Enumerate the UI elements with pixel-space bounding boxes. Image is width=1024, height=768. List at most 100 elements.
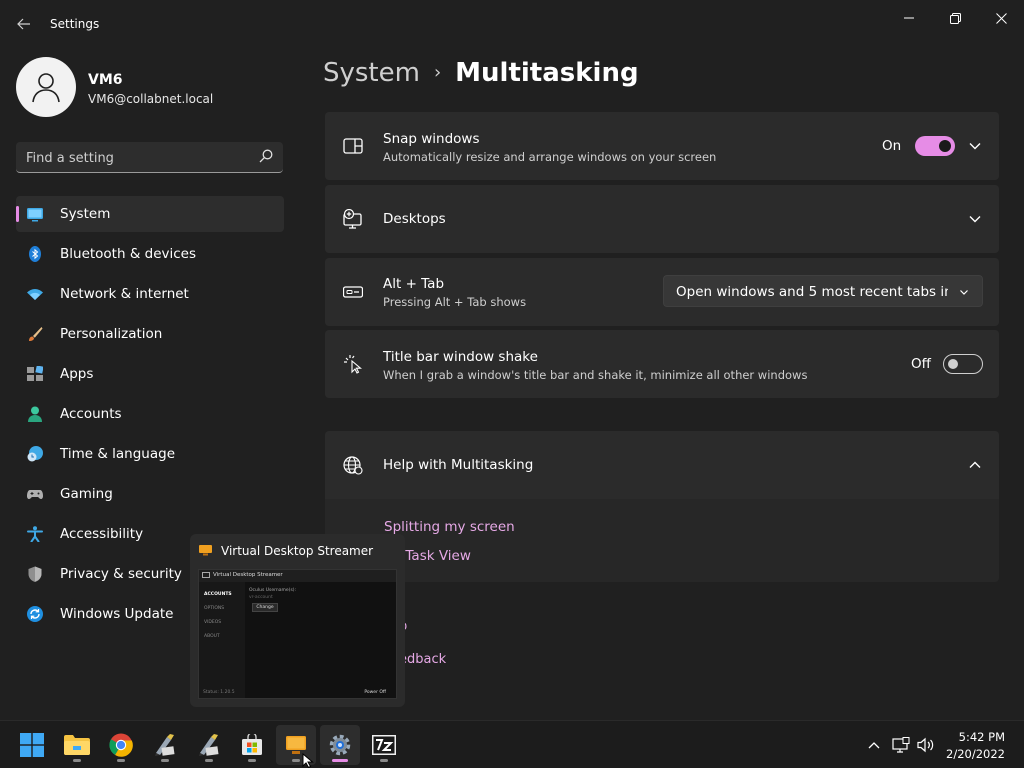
taskbar-app-2[interactable]	[189, 725, 229, 765]
title-bar: Settings	[0, 0, 1024, 48]
running-indicator	[292, 759, 300, 762]
chevron-down-icon	[960, 290, 968, 295]
thumbnail-nav-videos: VIDEOS	[204, 620, 222, 625]
sidebar-item-apps[interactable]: Apps	[16, 356, 284, 392]
system-icon	[27, 208, 43, 222]
help-multitasking-header[interactable]: Help with Multitasking	[325, 431, 999, 499]
search-box[interactable]	[16, 142, 283, 173]
update-icon	[27, 606, 43, 622]
thumbnail-power: Power Off	[364, 690, 386, 695]
minimize-button[interactable]	[886, 4, 932, 32]
page-title: Multitasking	[455, 58, 639, 88]
alt-tab-card: Alt + Tab Pressing Alt + Tab shows Open …	[325, 258, 999, 326]
wifi-icon	[27, 289, 43, 300]
app-icon-2	[199, 734, 219, 756]
snap-windows-subtitle: Automatically resize and arrange windows…	[383, 150, 717, 164]
brush-icon	[29, 327, 43, 341]
sidebar-item-accounts[interactable]: Accounts	[16, 396, 284, 432]
volume-icon	[917, 737, 934, 753]
start-icon	[20, 733, 44, 757]
maximize-button[interactable]	[932, 4, 978, 32]
snap-windows-card[interactable]: Snap windows Automatically resize and ar…	[325, 112, 999, 180]
sidebar-item-personalization[interactable]: Personalization	[16, 316, 284, 352]
thumbnail-nav-about: ABOUT	[204, 634, 220, 639]
bluetooth-icon	[29, 246, 41, 262]
thumbnail-change-button: Change	[252, 603, 278, 612]
title-bar-shake-state: Off	[911, 356, 931, 372]
close-button[interactable]	[978, 4, 1024, 32]
running-indicator	[205, 759, 213, 762]
apps-icon	[27, 366, 43, 381]
taskbar-app-1[interactable]	[145, 725, 185, 765]
taskbar-store[interactable]	[232, 725, 272, 765]
running-indicator	[161, 759, 169, 762]
file-explorer-icon	[64, 735, 90, 755]
sidebar-item-label: Windows Update	[60, 606, 174, 622]
avatar[interactable]	[16, 57, 76, 117]
active-indicator	[332, 759, 348, 762]
chevron-down-icon[interactable]	[967, 138, 983, 154]
chevron-up-icon	[868, 742, 880, 749]
alt-tab-title: Alt + Tab	[383, 276, 445, 292]
user-icon	[32, 73, 60, 103]
sidebar-item-gaming[interactable]: Gaming	[16, 476, 284, 512]
taskbar-file-explorer[interactable]	[57, 725, 97, 765]
thumbnail-window-title: Virtual Desktop Streamer	[213, 572, 283, 578]
title-bar-shake-toggle[interactable]	[943, 354, 983, 374]
snap-windows-toggle[interactable]	[915, 136, 955, 156]
user-email: VM6@collabnet.local	[88, 92, 214, 106]
close-icon	[995, 12, 1007, 24]
breadcrumb-separator: ›	[433, 62, 442, 83]
user-name: VM6	[88, 72, 123, 88]
sidebar-item-label: Time & language	[60, 446, 176, 462]
taskbar-settings[interactable]	[320, 725, 360, 765]
chrome-icon	[109, 733, 133, 757]
search-icon[interactable]	[259, 149, 273, 163]
sidebar-item-label: Bluetooth & devices	[60, 246, 197, 262]
breadcrumb-parent[interactable]: System	[323, 58, 420, 88]
thumbnail-window-titlebar: Virtual Desktop Streamer	[199, 570, 396, 582]
sidebar-item-time-language[interactable]: Time & language	[16, 436, 284, 472]
search-input[interactable]	[26, 148, 246, 168]
start-button[interactable]	[12, 725, 52, 765]
sidebar-item-system[interactable]: System	[16, 196, 284, 232]
tray-overflow-button[interactable]	[864, 735, 884, 755]
sidebar-item-label: Accounts	[60, 406, 122, 422]
tray-network-button[interactable]	[891, 735, 911, 755]
give-feedback-link[interactable]: edback	[399, 652, 446, 667]
snap-windows-title: Snap windows	[383, 131, 480, 147]
app-title: Settings	[50, 17, 100, 31]
help-multitasking-title: Help with Multitasking	[383, 457, 534, 473]
sidebar-item-label: Apps	[60, 366, 94, 382]
store-icon	[242, 734, 262, 755]
taskbar-chrome[interactable]	[101, 725, 141, 765]
settings-gear-icon	[329, 734, 351, 756]
maximize-icon	[949, 12, 961, 24]
running-indicator	[248, 759, 256, 762]
chevron-down-icon[interactable]	[967, 211, 983, 227]
virtual-desktop-icon	[199, 545, 212, 556]
help-link-splitting-screen[interactable]: Splitting my screen	[384, 519, 515, 535]
sidebar-item-network[interactable]: Network & internet	[16, 276, 284, 312]
chevron-up-icon[interactable]	[967, 457, 983, 473]
shield-icon	[28, 566, 42, 582]
clock-globe-icon	[27, 446, 43, 462]
app-icon-1	[155, 734, 175, 756]
sidebar-item-label: Gaming	[60, 486, 113, 502]
thumbnail-nav-accounts: ACCOUNTS	[204, 592, 232, 597]
window-shake-icon	[344, 355, 363, 374]
globe-icon	[343, 456, 363, 475]
desktops-card[interactable]: Desktops	[325, 185, 999, 253]
alt-tab-dropdown[interactable]: Open windows and 5 most recent tabs in M	[663, 275, 983, 307]
accessibility-icon	[27, 526, 43, 542]
taskbar-clock-date[interactable]: 2/20/2022	[946, 747, 1005, 761]
taskbar-clock-time[interactable]: 5:42 PM	[959, 730, 1005, 744]
taskbar-thumbnail-preview[interactable]: Virtual Desktop Streamer Virtual Desktop…	[190, 534, 405, 707]
tray-volume-button[interactable]	[916, 735, 936, 755]
toggle-knob	[948, 359, 958, 369]
taskbar-7zip[interactable]	[364, 725, 404, 765]
sidebar-item-label: Privacy & security	[60, 566, 182, 582]
keyboard-tab-icon	[343, 286, 363, 298]
sidebar-item-bluetooth[interactable]: Bluetooth & devices	[16, 236, 284, 272]
back-button[interactable]	[10, 10, 38, 38]
